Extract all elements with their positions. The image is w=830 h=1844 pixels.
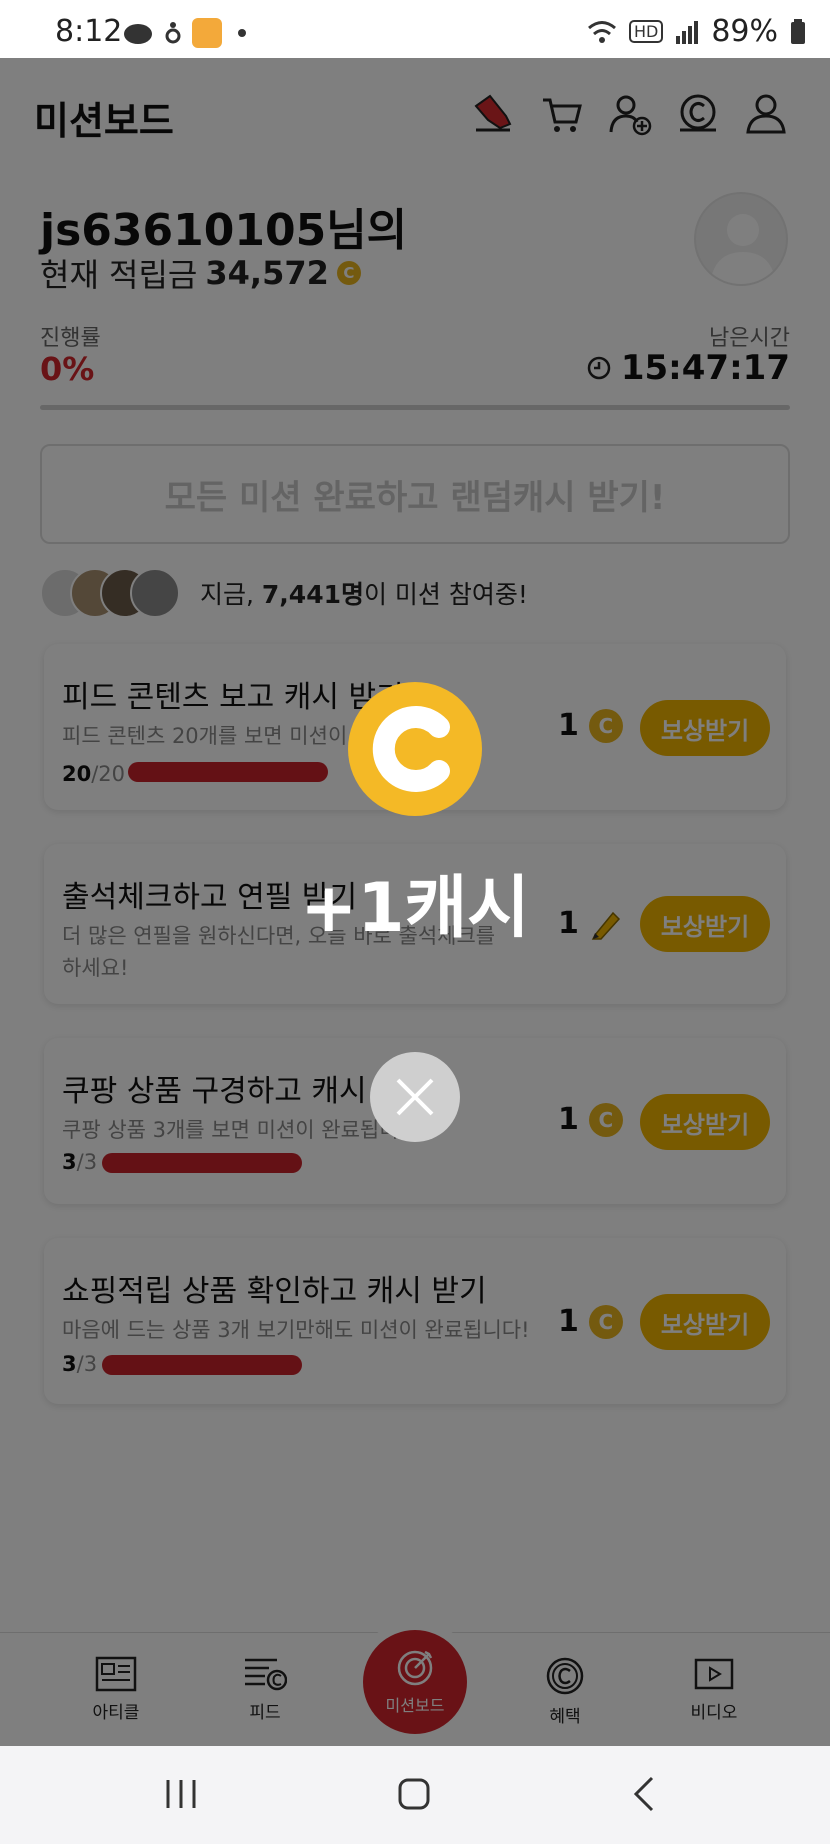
- close-icon: [396, 1078, 434, 1116]
- more-dot-icon: [238, 29, 246, 37]
- reward-amount-text: +1캐시: [300, 869, 530, 948]
- coin-c-icon: [372, 706, 450, 792]
- close-button[interactable]: [370, 1052, 460, 1142]
- app-notification-icon: [165, 22, 181, 44]
- system-nav-bar: [0, 1746, 830, 1844]
- battery-percent: 89%: [711, 14, 778, 49]
- status-right: HD 89%: [587, 14, 806, 49]
- hd-badge: HD: [628, 20, 664, 43]
- battery-icon: [791, 18, 805, 44]
- signal-icon: [676, 20, 699, 44]
- back-icon[interactable]: [632, 1776, 656, 1812]
- app-badge-icon: [192, 18, 222, 48]
- wifi-icon: [587, 20, 616, 43]
- notification-icons: [122, 18, 246, 48]
- reward-coin-icon: [348, 682, 482, 816]
- recent-apps-icon[interactable]: [164, 1776, 198, 1812]
- status-time: 8:12: [55, 14, 123, 49]
- status-bar: 8:12 HD 89%: [0, 0, 830, 58]
- home-icon[interactable]: [396, 1776, 432, 1812]
- cloud-icon: [124, 24, 152, 44]
